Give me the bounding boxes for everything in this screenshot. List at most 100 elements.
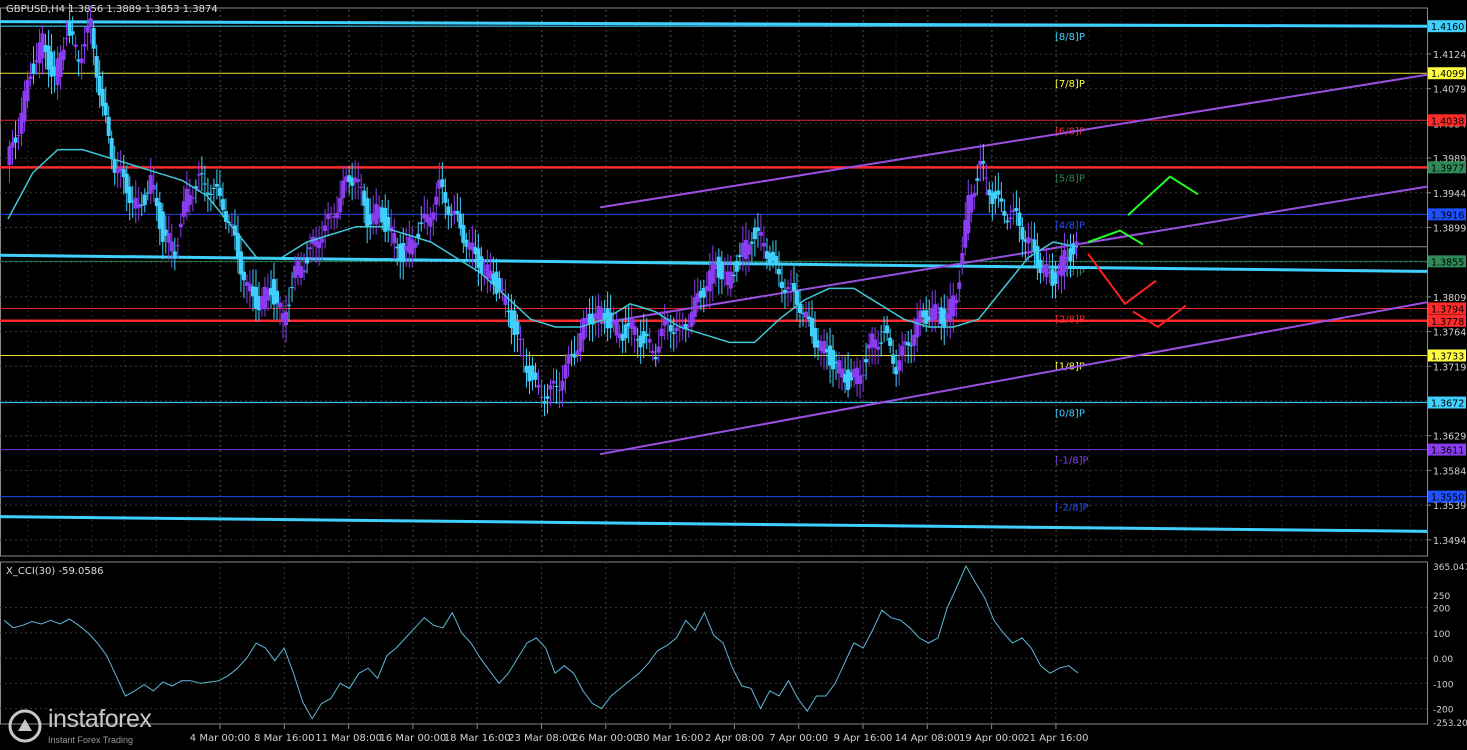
candle-body — [449, 214, 454, 216]
x-tick-label: 9 Apr 16:00 — [834, 733, 893, 744]
candle-body — [548, 385, 553, 390]
candle-body — [1020, 226, 1025, 240]
candle-body — [287, 304, 292, 306]
candle-body — [73, 44, 78, 47]
candle-body — [888, 337, 893, 346]
candle-body — [335, 212, 340, 219]
x-tick-label: 7 Apr 00:00 — [769, 733, 828, 744]
x-tick-label: 11 Mar 08:00 — [315, 733, 382, 744]
candle-body — [560, 380, 565, 391]
candle-body — [734, 261, 739, 272]
candle-body — [861, 374, 866, 376]
candle-body — [518, 338, 523, 340]
candle-body — [166, 232, 171, 243]
candle-body — [515, 321, 520, 335]
candle-body — [960, 253, 965, 265]
price-chart[interactable]: [8/8]P[7/8]P[6/8]P[5/8]P[4/8]P[3/8]P[2/8… — [0, 0, 1467, 750]
candle-body — [241, 271, 246, 281]
candle-body — [885, 325, 890, 334]
candle-body — [1044, 263, 1049, 278]
candle-body — [187, 194, 192, 205]
candle-body — [329, 213, 334, 215]
cci-frame — [0, 561, 1428, 725]
x-tick-label: 23 Mar 08:00 — [508, 733, 575, 744]
candle-body — [749, 241, 754, 244]
candle-body — [1062, 249, 1067, 273]
instaforex-logo: instaforex Instant Forex Trading — [6, 705, 181, 747]
x-tick-label: 8 Mar 16:00 — [254, 733, 314, 744]
up-arrow — [1127, 175, 1199, 216]
key-level-label: 1.3778 — [1431, 317, 1464, 328]
candle-body — [103, 102, 108, 116]
candle-body — [773, 256, 778, 264]
candle-body — [776, 268, 781, 275]
candle-body — [999, 198, 1004, 202]
candle-body — [728, 271, 733, 289]
x-tick-label: 4 Mar 00:00 — [190, 733, 250, 744]
candle-body — [172, 251, 177, 256]
cci-tick-label: -200 — [1433, 706, 1454, 716]
candle-body — [659, 328, 664, 337]
x-tick-label: 18 Mar 16:00 — [444, 733, 511, 744]
x-tick-label: 14 Apr 08:00 — [895, 733, 960, 744]
forecast-arrows — [1087, 175, 1199, 329]
candle-body — [431, 212, 436, 220]
candle-body — [957, 282, 962, 290]
candle-body — [647, 339, 652, 343]
candle-body — [731, 274, 736, 276]
candle-body — [533, 372, 538, 380]
candle-body — [891, 354, 896, 364]
cci-header: X_CCI(30) -59.0586 — [6, 566, 104, 577]
candle-body — [88, 18, 93, 28]
candle-body — [539, 397, 544, 399]
cci-tick-label: -100 — [1433, 680, 1454, 690]
candle-body — [1014, 208, 1019, 211]
candle-body — [94, 56, 99, 78]
murrey-price-label: 1.4038 — [1431, 116, 1464, 127]
murrey-price-label: 1.3916 — [1431, 210, 1464, 221]
y-tick-label: 1.3899 — [1433, 223, 1466, 234]
candle-body — [542, 401, 547, 404]
logo-tagline: Instant Forex Trading — [48, 735, 134, 745]
candle-body — [278, 302, 283, 308]
murrey-label: [5/8]P — [1055, 173, 1085, 184]
x-tick-label: 16 Mar 00:00 — [380, 733, 447, 744]
candle-body — [761, 243, 766, 247]
candle-body — [308, 247, 313, 250]
candle-body — [275, 290, 280, 304]
candle-body — [521, 354, 526, 357]
candle-body — [199, 173, 204, 175]
candle-body — [668, 324, 673, 332]
candle-body — [70, 31, 75, 35]
candle-body — [91, 28, 96, 49]
candle-body — [85, 26, 90, 33]
candle-body — [500, 289, 505, 291]
candle-body — [864, 359, 869, 363]
y-tick-label: 1.3719 — [1433, 362, 1466, 373]
candle-body — [190, 197, 195, 199]
candle-body — [545, 396, 550, 399]
murrey-price-label: 1.3672 — [1431, 399, 1464, 410]
candle-body — [758, 232, 763, 236]
y-tick-label: 1.3629 — [1433, 432, 1466, 443]
candle-body — [746, 244, 751, 255]
candle-body — [984, 177, 989, 179]
candle-body — [359, 186, 364, 189]
candle-body — [202, 183, 207, 185]
y-tick-label: 1.3764 — [1433, 328, 1466, 339]
cci-tick-label: 0.00 — [1433, 655, 1453, 665]
candle-body — [82, 44, 87, 47]
candle-body — [284, 311, 289, 326]
candle-body — [791, 283, 796, 291]
candle-body — [178, 223, 183, 228]
candle-body — [127, 186, 132, 203]
candle-body — [160, 211, 165, 242]
candle-body — [290, 287, 295, 289]
cci-tick-label: 250 — [1433, 592, 1450, 602]
time-axis: 4 Mar 00:00 8 Mar 16:00 11 Mar 08:0016 Mar… — [190, 724, 1089, 744]
candle-body — [61, 49, 66, 60]
candle-body — [220, 199, 225, 210]
x-tick-label: 19 Apr 00:00 — [959, 733, 1024, 744]
candle-body — [214, 183, 219, 187]
x-tick-label: 26 Mar 00:00 — [572, 733, 639, 744]
